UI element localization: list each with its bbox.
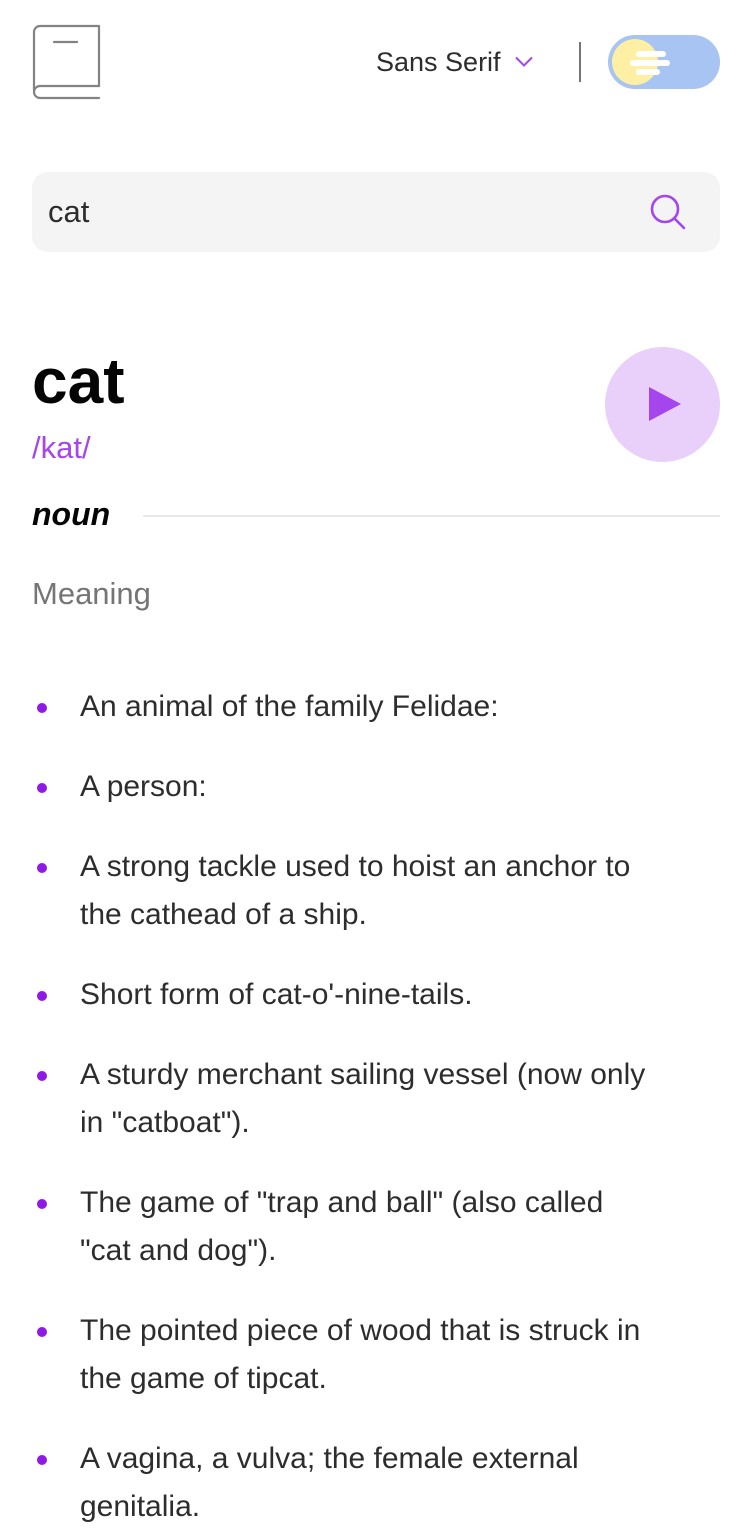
bullet <box>37 783 47 793</box>
bullet <box>37 991 47 1001</box>
definition-item: A vagina, a vulva; the female external g… <box>32 1435 660 1531</box>
definition-text: An animal of the family Felidae: <box>80 690 499 723</box>
bullet <box>37 1455 47 1465</box>
search-input[interactable] <box>48 172 628 252</box>
definitions-list: An animal of the family Felidae: A perso… <box>32 683 720 1536</box>
toggle-stripe <box>636 69 660 75</box>
toggle-stripe <box>630 60 670 66</box>
search-icon[interactable] <box>650 194 686 230</box>
play-icon <box>649 387 681 421</box>
definition-item: The game of "trap and ball" (also called… <box>32 1179 660 1275</box>
dictionary-page: Sans Serif cat /kat/ noun Meaning An ani… <box>0 0 752 1536</box>
header-divider <box>579 42 581 82</box>
book-icon <box>32 24 101 100</box>
search-bar <box>32 172 720 252</box>
definition-text: The game of "trap and ball" (also called… <box>80 1186 604 1267</box>
definition-text: A sturdy merchant sailing vessel (now on… <box>80 1058 646 1139</box>
bullet <box>37 1071 47 1081</box>
font-family-label: Sans Serif <box>376 46 501 77</box>
play-audio-button[interactable] <box>605 347 720 462</box>
bullet <box>37 1199 47 1209</box>
font-family-dropdown[interactable]: Sans Serif <box>376 44 533 80</box>
phonetic-text: /kat/ <box>32 430 91 465</box>
word-title: cat <box>32 345 125 417</box>
definition-text: Short form of cat-o'-nine-tails. <box>80 978 473 1011</box>
meaning-heading: Meaning <box>32 576 151 611</box>
chevron-down-icon <box>514 56 533 67</box>
part-of-speech: noun <box>32 496 111 532</box>
bullet <box>37 703 47 713</box>
bullet <box>37 1327 47 1337</box>
definition-item: An animal of the family Felidae: <box>32 683 660 731</box>
bullet <box>37 863 47 873</box>
definition-text: A person: <box>80 770 207 803</box>
theme-toggle[interactable] <box>608 35 720 89</box>
definition-item: A strong tackle used to hoist an anchor … <box>32 843 660 939</box>
definition-item: The pointed piece of wood that is struck… <box>32 1307 660 1403</box>
definition-item: A person: <box>32 763 660 811</box>
definition-item: Short form of cat-o'-nine-tails. <box>32 971 660 1019</box>
definition-text: The pointed piece of wood that is struck… <box>80 1314 641 1395</box>
definition-text: A strong tackle used to hoist an anchor … <box>80 850 631 931</box>
definition-item: A sturdy merchant sailing vessel (now on… <box>32 1051 660 1147</box>
toggle-stripe <box>636 51 666 57</box>
definition-text: A vagina, a vulva; the female external g… <box>80 1442 579 1523</box>
section-divider <box>143 515 720 517</box>
